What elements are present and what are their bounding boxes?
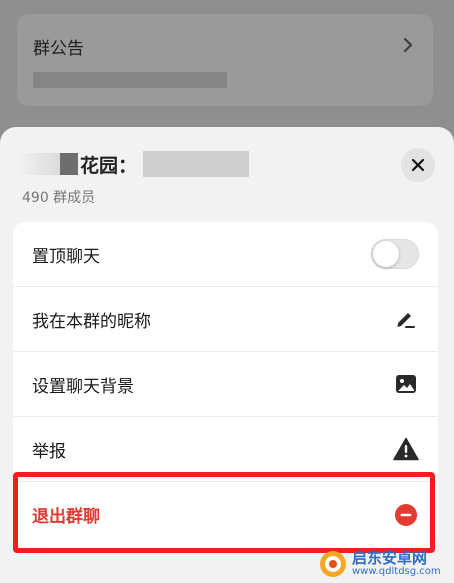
announcement-card: 群公告 (17, 14, 433, 106)
edit-pencil-icon (393, 306, 419, 332)
chevron-right-icon (404, 38, 412, 52)
minus-circle-icon (393, 502, 419, 528)
group-nickname-label: 我在本群的昵称 (32, 311, 151, 332)
close-button[interactable] (401, 148, 435, 182)
exit-group-row[interactable]: 退出群聊 (13, 482, 438, 547)
settings-list: 置顶聊天 我在本群的昵称 设置聊天背景 举报 退出群聊 (13, 222, 438, 548)
watermark-text: 启东安卓网 www.qdltdsg.com (352, 548, 441, 577)
report-label: 举报 (32, 441, 66, 462)
watermark-sub: www.qdltdsg.com (352, 565, 441, 577)
image-icon (393, 371, 419, 397)
warning-icon (393, 436, 419, 462)
pin-chat-toggle[interactable] (371, 239, 419, 269)
member-count: 490 群成员 (22, 190, 96, 206)
blurred-name-part (60, 153, 78, 175)
close-icon (411, 158, 425, 172)
watermark-logo-icon (320, 551, 346, 577)
announcement-title: 群公告 (33, 39, 84, 59)
announcement-blurred-text (33, 72, 227, 88)
watermark: 启东安卓网 www.qdltdsg.com (318, 545, 454, 583)
chat-background-row[interactable]: 设置聊天背景 (13, 352, 438, 417)
chat-background-label: 设置聊天背景 (32, 376, 134, 397)
exit-group-label: 退出群聊 (32, 507, 100, 527)
group-name: 花园： (80, 154, 138, 177)
blurred-name-part (16, 153, 60, 175)
pin-chat-row[interactable]: 置顶聊天 (13, 222, 438, 287)
watermark-main: 启东安卓网 (352, 548, 428, 567)
toggle-knob (373, 241, 399, 267)
pin-chat-label: 置顶聊天 (32, 246, 100, 267)
report-row[interactable]: 举报 (13, 417, 438, 482)
group-nickname-row[interactable]: 我在本群的昵称 (13, 287, 438, 352)
blurred-name-part (143, 151, 250, 177)
group-settings-sheet: 花园： 490 群成员 置顶聊天 我在本群的昵称 设置聊天背景 举报 退出群聊 (0, 127, 454, 583)
group-name-header: 花园： (16, 147, 250, 181)
